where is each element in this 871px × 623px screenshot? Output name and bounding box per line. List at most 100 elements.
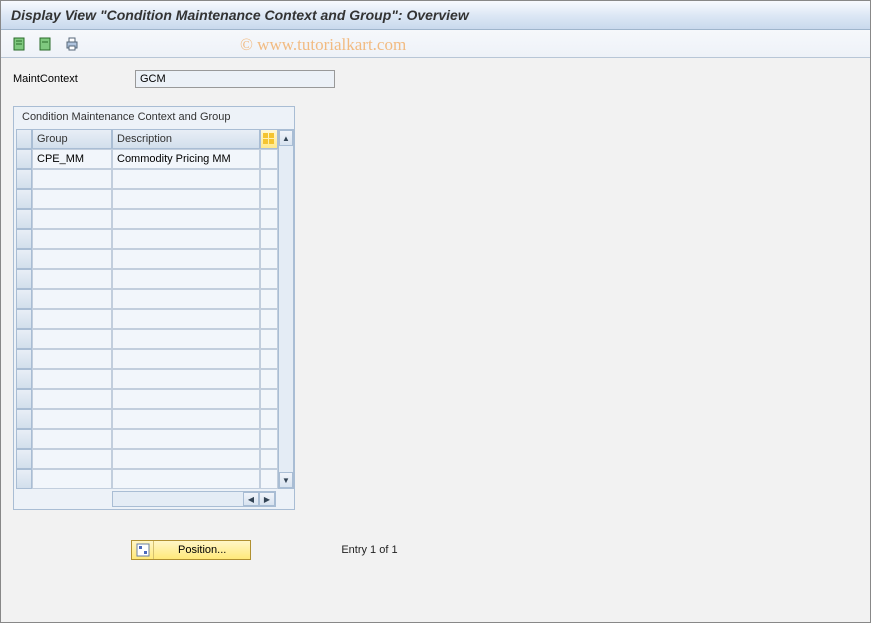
cell-description[interactable] — [112, 249, 260, 269]
expand-icon[interactable] — [11, 35, 29, 53]
footer-bar: Position... Entry 1 of 1 — [13, 540, 858, 560]
cell-padding — [260, 469, 278, 489]
table-row[interactable] — [16, 449, 278, 469]
table-row[interactable] — [16, 289, 278, 309]
cell-group[interactable] — [32, 349, 112, 369]
cell-group[interactable] — [32, 249, 112, 269]
horizontal-scrollbar[interactable]: ◀ ▶ — [112, 491, 276, 507]
row-selector[interactable] — [16, 329, 32, 349]
cell-description[interactable] — [112, 209, 260, 229]
row-selector[interactable] — [16, 269, 32, 289]
cell-description[interactable] — [112, 329, 260, 349]
maint-context-field[interactable] — [135, 70, 335, 88]
cell-description[interactable] — [112, 229, 260, 249]
scroll-track-horizontal[interactable] — [113, 492, 243, 506]
cell-description[interactable] — [112, 409, 260, 429]
table-row[interactable] — [16, 389, 278, 409]
row-selector[interactable] — [16, 429, 32, 449]
cell-description[interactable] — [112, 289, 260, 309]
scroll-right-button[interactable]: ▶ — [259, 492, 275, 506]
row-selector[interactable] — [16, 229, 32, 249]
cell-group[interactable] — [32, 269, 112, 289]
row-selector[interactable] — [16, 449, 32, 469]
table-row[interactable] — [16, 429, 278, 449]
vertical-scrollbar[interactable]: ▲ ▼ — [278, 129, 294, 489]
cell-group[interactable] — [32, 389, 112, 409]
scroll-track-vertical[interactable] — [279, 146, 293, 472]
column-header-description[interactable]: Description — [112, 129, 260, 149]
row-selector[interactable] — [16, 409, 32, 429]
table-row[interactable] — [16, 249, 278, 269]
cell-group[interactable]: CPE_MM — [32, 149, 112, 169]
row-selector[interactable] — [16, 369, 32, 389]
row-selector[interactable] — [16, 289, 32, 309]
cell-description[interactable] — [112, 269, 260, 289]
cell-group[interactable] — [32, 309, 112, 329]
cell-padding — [260, 169, 278, 189]
table-row[interactable] — [16, 329, 278, 349]
row-selector[interactable] — [16, 249, 32, 269]
cell-description[interactable] — [112, 169, 260, 189]
cell-description[interactable] — [112, 189, 260, 209]
row-selector[interactable] — [16, 169, 32, 189]
cell-group[interactable] — [32, 449, 112, 469]
cell-description[interactable] — [112, 429, 260, 449]
content-area: MaintContext Condition Maintenance Conte… — [1, 58, 870, 572]
cell-group[interactable] — [32, 329, 112, 349]
cell-group[interactable] — [32, 229, 112, 249]
table-row[interactable] — [16, 409, 278, 429]
table-row[interactable] — [16, 349, 278, 369]
cell-group[interactable] — [32, 189, 112, 209]
cell-description[interactable] — [112, 449, 260, 469]
cell-group[interactable] — [32, 289, 112, 309]
cell-description[interactable] — [112, 369, 260, 389]
cell-description[interactable] — [112, 309, 260, 329]
cell-group[interactable] — [32, 209, 112, 229]
table-wrap: Group Description CPE_MMCommodity Pricin… — [14, 129, 294, 509]
table-row[interactable] — [16, 369, 278, 389]
table-main: Group Description CPE_MMCommodity Pricin… — [16, 129, 278, 489]
table-row[interactable]: CPE_MMCommodity Pricing MM — [16, 149, 278, 169]
cell-description[interactable] — [112, 349, 260, 369]
print-icon[interactable] — [63, 35, 81, 53]
cell-description[interactable]: Commodity Pricing MM — [112, 149, 260, 169]
cell-description[interactable] — [112, 469, 260, 489]
scroll-down-button[interactable]: ▼ — [279, 472, 293, 488]
select-all-handle[interactable] — [16, 129, 32, 149]
table-row[interactable] — [16, 229, 278, 249]
cell-padding — [260, 269, 278, 289]
table-row[interactable] — [16, 189, 278, 209]
row-selector[interactable] — [16, 349, 32, 369]
collapse-icon[interactable] — [37, 35, 55, 53]
group-box-title: Condition Maintenance Context and Group — [14, 107, 294, 129]
scroll-left-button[interactable]: ◀ — [243, 492, 259, 506]
cell-padding — [260, 149, 278, 169]
row-selector[interactable] — [16, 189, 32, 209]
title-bar: Display View "Condition Maintenance Cont… — [1, 1, 870, 30]
row-selector[interactable] — [16, 149, 32, 169]
cell-group[interactable] — [32, 369, 112, 389]
row-selector[interactable] — [16, 469, 32, 489]
cell-group[interactable] — [32, 169, 112, 189]
cell-group[interactable] — [32, 409, 112, 429]
table-row[interactable] — [16, 169, 278, 189]
column-header-group[interactable]: Group — [32, 129, 112, 149]
cell-padding — [260, 449, 278, 469]
row-selector[interactable] — [16, 389, 32, 409]
cell-group[interactable] — [32, 469, 112, 489]
row-selector[interactable] — [16, 209, 32, 229]
cell-description[interactable] — [112, 389, 260, 409]
cell-padding — [260, 189, 278, 209]
table-row[interactable] — [16, 469, 278, 489]
scroll-up-button[interactable]: ▲ — [279, 130, 293, 146]
table-settings-icon[interactable] — [260, 129, 278, 149]
table-row[interactable] — [16, 269, 278, 289]
table-row[interactable] — [16, 209, 278, 229]
position-button[interactable]: Position... — [131, 540, 251, 560]
row-selector[interactable] — [16, 309, 32, 329]
group-box: Condition Maintenance Context and Group … — [13, 106, 295, 510]
cell-padding — [260, 249, 278, 269]
toolbar — [1, 30, 870, 58]
table-row[interactable] — [16, 309, 278, 329]
cell-group[interactable] — [32, 429, 112, 449]
